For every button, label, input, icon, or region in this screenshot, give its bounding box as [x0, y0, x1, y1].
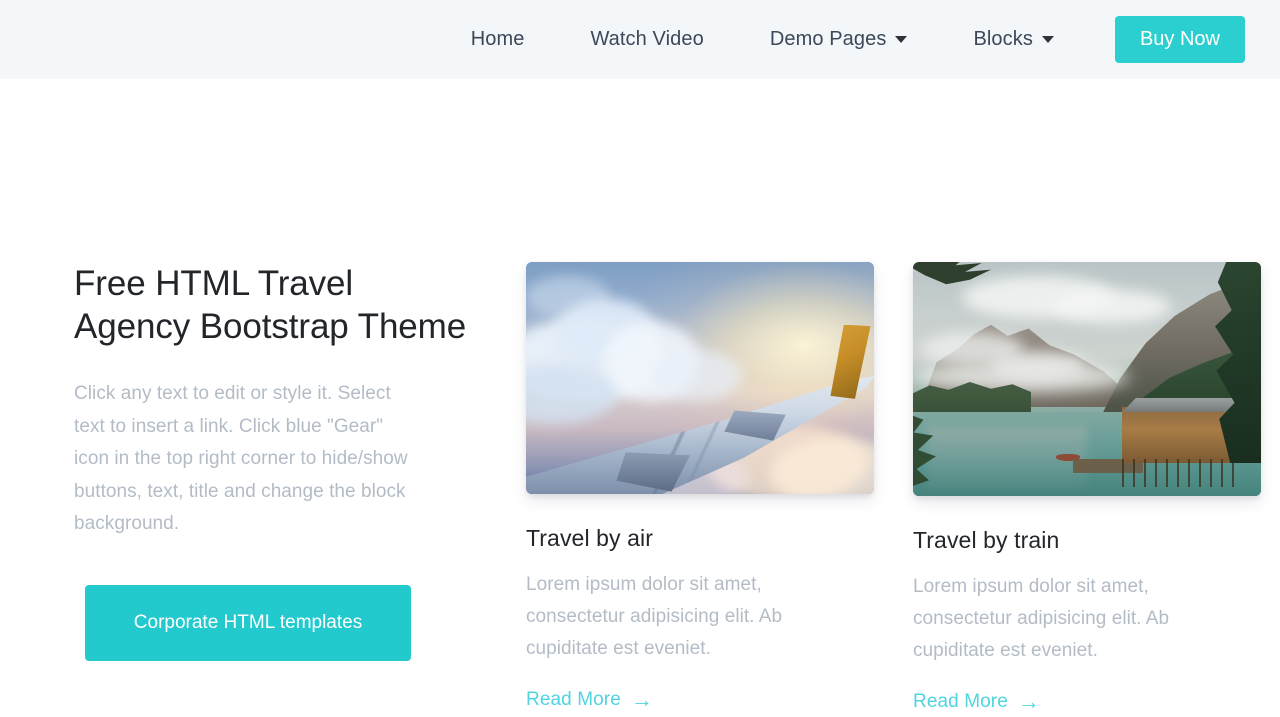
read-more-link[interactable]: Read More →	[526, 689, 653, 711]
chevron-down-icon	[1041, 36, 1054, 43]
chevron-down-icon	[895, 36, 908, 43]
nav-item-home[interactable]: Home	[455, 20, 541, 59]
buy-now-button[interactable]: Buy Now	[1114, 16, 1245, 63]
card-description: Lorem ipsum dolor sit amet, consectetur …	[913, 576, 1170, 661]
nav-item-watch-video[interactable]: Watch Video	[574, 20, 719, 59]
read-more-label: Read More	[913, 691, 1008, 712]
boathouse-shape	[1121, 407, 1241, 464]
page-title: Free HTML Travel Agency Bootstrap Theme	[74, 264, 467, 346]
corporate-html-templates-button[interactable]: Corporate HTML templates	[85, 584, 411, 661]
nav-item-blocks[interactable]: Blocks	[957, 20, 1070, 59]
arrow-right-icon: →	[630, 687, 653, 712]
main-navigation: Home Watch Video Demo Pages Blocks Buy N…	[438, 16, 1245, 63]
boathouse-roof-shape	[1122, 397, 1248, 412]
hero-section: Free HTML Travel Agency Bootstrap Theme …	[74, 79, 474, 661]
nav-item-demo-pages-label: Demo Pages	[769, 28, 887, 50]
nav-item-home-label: Home	[470, 28, 525, 50]
card-body: Travel by train Lorem ipsum dolor sit am…	[913, 496, 1261, 713]
card-travel-by-train: Travel by train Lorem ipsum dolor sit am…	[913, 262, 1261, 713]
cloud-shape	[1052, 290, 1171, 323]
cloud-shape	[651, 350, 742, 402]
card-image-airplane[interactable]	[526, 262, 874, 494]
read-more-label: Read More	[526, 689, 621, 710]
cards-section: Travel by air Lorem ipsum dolor sit amet…	[526, 79, 1261, 713]
read-more-link[interactable]: Read More →	[913, 691, 1040, 713]
arrow-right-icon: →	[1017, 689, 1040, 714]
site-header: Home Watch Video Demo Pages Blocks Buy N…	[0, 0, 1280, 79]
page-main: Free HTML Travel Agency Bootstrap Theme …	[0, 79, 1280, 713]
mountain-lake-illustration	[913, 262, 1261, 496]
hero-description: Click any text to edit or style it. Sele…	[74, 383, 408, 534]
card-image-mountain-lake[interactable]	[913, 262, 1261, 496]
nav-item-blocks-label: Blocks	[973, 28, 1033, 50]
card-description: Lorem ipsum dolor sit amet, consectetur …	[526, 574, 783, 659]
nav-item-demo-pages[interactable]: Demo Pages	[754, 20, 924, 59]
airplane-wing-illustration	[526, 262, 874, 494]
card-title: Travel by air	[526, 525, 653, 551]
nav-item-watch-video-label: Watch Video	[590, 28, 704, 50]
boathouse-stilts-shape	[1121, 458, 1241, 487]
card-title: Travel by train	[913, 527, 1060, 553]
card-body: Travel by air Lorem ipsum dolor sit amet…	[526, 494, 874, 711]
card-travel-by-air: Travel by air Lorem ipsum dolor sit amet…	[526, 262, 874, 713]
